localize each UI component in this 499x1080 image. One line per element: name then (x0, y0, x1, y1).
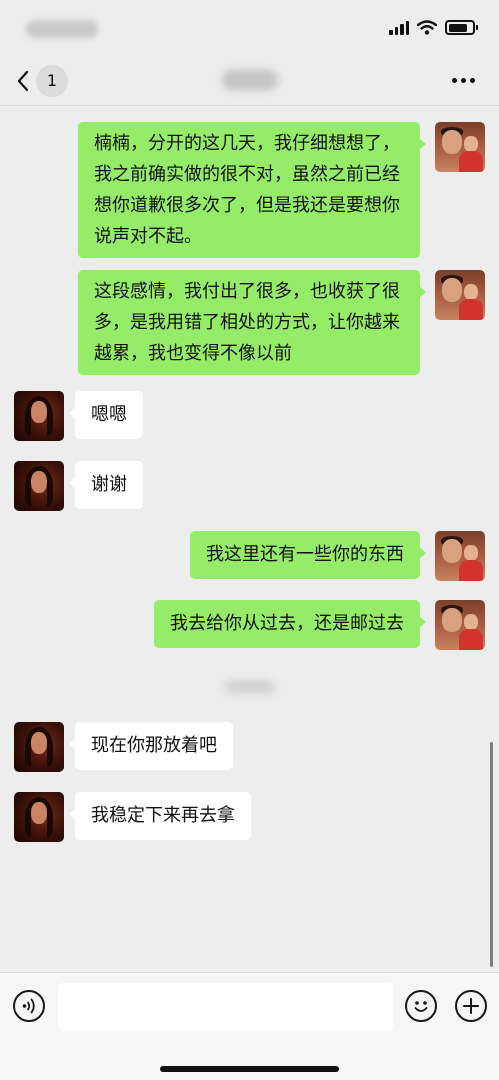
message-bubble-incoming[interactable]: 谢谢 (69, 461, 143, 509)
contact-avatar[interactable] (14, 792, 64, 842)
contact-name-blurred (222, 70, 278, 90)
my-avatar[interactable] (435, 122, 485, 172)
contact-avatar[interactable] (14, 722, 64, 772)
unread-count-badge: 1 (36, 65, 68, 97)
my-avatar[interactable] (435, 531, 485, 581)
back-button[interactable]: 1 (16, 65, 68, 97)
voice-button[interactable] (13, 990, 45, 1022)
message-bubble-outgoing[interactable]: 我这里还有一些你的东西 (190, 531, 426, 579)
my-avatar[interactable] (435, 600, 485, 650)
message-bubble-outgoing[interactable]: 楠楠，分开的这几天，我仔细想想了，我之前确实做的很不对，虽然之前已经想你道歉很多… (78, 122, 426, 258)
status-bar (0, 0, 499, 56)
chevron-left-icon (17, 70, 29, 92)
message-bubble-outgoing[interactable]: 这段感情，我付出了很多，也收获了很多，是我用错了相处的方式，让你越来越累，我也变… (78, 270, 426, 375)
battery-icon (445, 20, 478, 35)
more-dots-icon[interactable] (452, 78, 475, 83)
wifi-icon (417, 20, 437, 35)
cellular-signal-icon (389, 20, 409, 35)
emoji-icon (414, 1001, 428, 1012)
status-time-blurred (26, 20, 98, 38)
message-bubble-incoming[interactable]: 嗯嗯 (69, 391, 143, 439)
message-list[interactable]: 楠楠，分开的这几天，我仔细想想了，我之前确实做的很不对，虽然之前已经想你道歉很多… (0, 107, 499, 972)
message-timestamp-blurred (225, 680, 275, 694)
plus-icon (463, 998, 479, 1014)
battery-level (448, 23, 467, 32)
more-functions-button[interactable] (455, 990, 487, 1022)
scrollbar[interactable] (490, 742, 493, 967)
message-bubble-incoming[interactable]: 我稳定下来再去拿 (69, 792, 251, 840)
contact-avatar[interactable] (14, 391, 64, 441)
input-toolbar (0, 972, 499, 1080)
contact-avatar[interactable] (14, 461, 64, 511)
voice-icon (22, 998, 35, 1014)
my-avatar[interactable] (435, 270, 485, 320)
message-bubble-incoming[interactable]: 现在你那放着吧 (69, 722, 233, 770)
message-bubble-outgoing[interactable]: 我去给你从过去，还是邮过去 (154, 600, 426, 648)
status-icons (389, 20, 478, 35)
emoji-button[interactable] (405, 990, 437, 1022)
chat-header: 1 (0, 56, 499, 106)
home-indicator[interactable] (160, 1066, 339, 1072)
message-input[interactable] (58, 983, 393, 1031)
